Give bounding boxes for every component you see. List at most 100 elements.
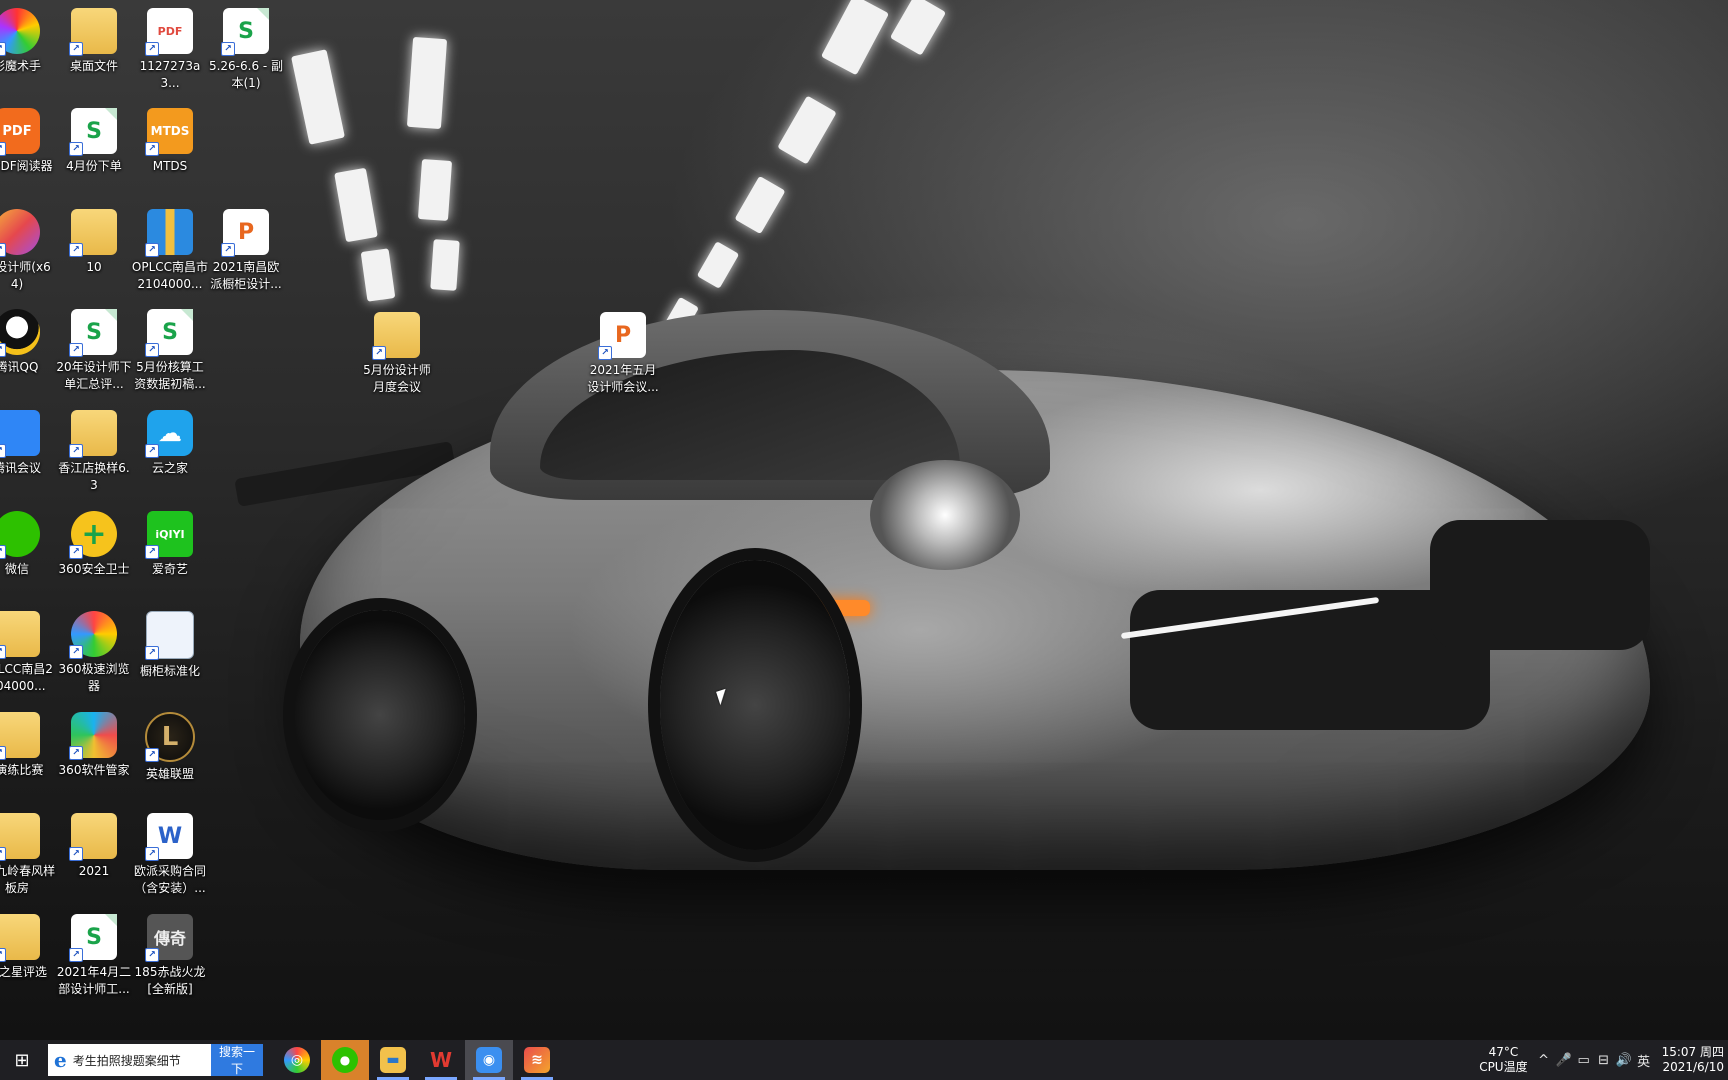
- desktop-icon[interactable]: ↗ 橱柜标准化: [131, 611, 209, 680]
- desktop-icon[interactable]: PDF ↗ 1127273a3...: [131, 8, 209, 92]
- desktop-icon-label: 安-九岭春风样板房: [0, 864, 56, 895]
- shortcut-arrow-icon: ↗: [145, 243, 159, 257]
- desktop-icon[interactable]: ↗ OPLCC南昌2104000...: [0, 611, 56, 695]
- wps-icon: W: [429, 1048, 453, 1072]
- shortcut-arrow-icon: ↗: [0, 948, 6, 962]
- shortcut-arrow-icon: ↗: [0, 343, 6, 357]
- desktop-icon[interactable]: S ↗ 2021年4月二部设计师工...: [55, 914, 133, 998]
- wallpaper-light: [334, 167, 378, 243]
- desktop-icon[interactable]: ↗ 2021: [55, 813, 133, 880]
- shortcut-arrow-icon: ↗: [69, 42, 83, 56]
- desktop-icon[interactable]: 傳奇 ↗ 185赤战火龙[全新版]: [131, 914, 209, 998]
- image-icon: ↗: [145, 611, 194, 660]
- desktop-icon[interactable]: L ↗ 英雄联盟: [131, 712, 209, 783]
- desktop-icon[interactable]: ↗ 派设计师(x64): [0, 209, 56, 293]
- clock[interactable]: 15:07 周四 2021/6/10: [1662, 1045, 1724, 1075]
- app-iqiyi-icon: iQIYI ↗: [145, 511, 193, 559]
- icon-glyph: iQIYI: [155, 527, 185, 541]
- task-view-button[interactable]: ⊞: [0, 1040, 44, 1080]
- taskbar-app-screen-tool[interactable]: ◉: [465, 1040, 513, 1080]
- desktop-icon[interactable]: ↗ 5月份设计师月度会议: [358, 312, 436, 396]
- icon-glyph: L: [161, 722, 179, 752]
- wallpaper-light: [406, 36, 448, 130]
- desktop-icon[interactable]: ↗ 360极速浏览器: [55, 611, 133, 695]
- desktop-icon[interactable]: ↗ 腾讯会议: [0, 410, 56, 477]
- desktop-icon[interactable]: S ↗ 4月份下单: [55, 108, 133, 175]
- desktop-icon[interactable]: ☁ ↗ 云之家: [131, 410, 209, 477]
- icon-glyph: S: [162, 319, 178, 345]
- desktop-icon-label: 5.26-6.6 - 副本(1): [208, 59, 284, 90]
- 360browser-icon: ◎: [284, 1047, 310, 1073]
- input-method-indicator[interactable]: 英: [1634, 1040, 1654, 1080]
- shortcut-arrow-icon: ↗: [145, 545, 159, 559]
- shortcut-arrow-icon: ↗: [598, 346, 612, 360]
- desktop-icon[interactable]: W ↗ 欧派采购合同（含安装）...: [131, 813, 209, 897]
- clock-time: 15:07 周四: [1661, 1045, 1724, 1059]
- icon-glyph: MTDS: [150, 124, 190, 138]
- wechat-icon: ●: [332, 1047, 358, 1073]
- desktop-icon[interactable]: MTDS ↗ MTDS: [131, 108, 209, 175]
- shortcut-arrow-icon: ↗: [145, 948, 159, 962]
- taskbar-app-design[interactable]: ≋: [513, 1040, 561, 1080]
- desktop-icon[interactable]: PDF ↗ 速PDF阅读器: [0, 108, 56, 175]
- desktop-icon-label: 20年设计师下单汇总评...: [56, 360, 132, 391]
- tray-chevron-up-icon[interactable]: ^: [1534, 1040, 1554, 1080]
- shortcut-arrow-icon: ↗: [69, 243, 83, 257]
- desktop-icon[interactable]: S ↗ 5.26-6.6 - 副本(1): [207, 8, 285, 92]
- desktop-icon[interactable]: ↗ 桌面文件: [55, 8, 133, 75]
- sheet-icon: S ↗: [69, 108, 117, 156]
- desktop-icon[interactable]: S ↗ 5月份核算工资数据初稿...: [131, 309, 209, 393]
- desktop-icon-label: 云之家: [151, 461, 188, 475]
- shortcut-arrow-icon: ↗: [145, 343, 159, 357]
- desktop-icon-label: 2021南昌欧派橱柜设计...: [210, 260, 282, 291]
- desktop-icon[interactable]: ↗ t演练比赛: [0, 712, 56, 779]
- desktop-icon[interactable]: ↗ 安-九岭春风样板房: [0, 813, 56, 897]
- shortcut-arrow-icon: ↗: [0, 645, 6, 659]
- desktop-icon[interactable]: ↗ 影魔术手: [0, 8, 56, 75]
- desktop-icon[interactable]: ↗ 计之星评选: [0, 914, 56, 981]
- shortcut-arrow-icon: ↗: [69, 847, 83, 861]
- battery-icon[interactable]: ▭: [1574, 1040, 1594, 1080]
- shortcut-arrow-icon: ↗: [69, 645, 83, 659]
- icon-glyph: ☁: [158, 419, 182, 447]
- desktop-icon[interactable]: P ↗ 2021南昌欧派橱柜设计...: [207, 209, 285, 293]
- system-tray: 47°C CPU温度 ^ 🎤 ▭ ⊟ 🔊 英 15:07 周四 2021/6/1…: [1479, 1040, 1728, 1080]
- shortcut-arrow-icon: ↗: [0, 243, 6, 257]
- desktop-icon[interactable]: S ↗ 20年设计师下单汇总评...: [55, 309, 133, 393]
- car-front-wheel: [660, 560, 850, 850]
- shortcut-arrow-icon: ↗: [0, 545, 6, 559]
- microphone-icon[interactable]: 🎤: [1554, 1040, 1574, 1080]
- desktop-icon[interactable]: ↗ OPLCC南昌市2104000...: [131, 209, 209, 293]
- shortcut-arrow-icon: ↗: [69, 343, 83, 357]
- taskbar-app-wps[interactable]: W: [417, 1040, 465, 1080]
- desktop-icon-label: 2021: [78, 864, 110, 878]
- desktop-icon[interactable]: P ↗ 2021年五月设计师会议...: [584, 312, 662, 396]
- desktop-icon[interactable]: iQIYI ↗ 爱奇艺: [131, 511, 209, 578]
- desktop-icon-label: 计之星评选: [0, 965, 47, 979]
- volume-icon[interactable]: 🔊: [1614, 1040, 1634, 1080]
- desktop-icon[interactable]: ↗ 香江店换样6.3: [55, 410, 133, 494]
- desktop-icon-label: OPLCC南昌2104000...: [0, 662, 53, 693]
- search-input[interactable]: e 考生拍照搜题案细节: [48, 1044, 211, 1076]
- wallpaper-light: [360, 248, 396, 302]
- desktop-icon[interactable]: ↗ 微信: [0, 511, 56, 578]
- desktop-icon[interactable]: ↗ 10: [55, 209, 133, 276]
- desktop-icon[interactable]: + ↗ 360安全卫士: [55, 511, 133, 578]
- taskbar-app-wechat[interactable]: ●: [321, 1040, 369, 1080]
- shortcut-arrow-icon: ↗: [0, 42, 6, 56]
- search-button[interactable]: 搜索一下: [211, 1044, 263, 1076]
- network-icon[interactable]: ⊟: [1594, 1040, 1614, 1080]
- taskbar-app-360browser[interactable]: ◎: [273, 1040, 321, 1080]
- icon-glyph: P: [237, 219, 255, 245]
- desktop-icon-label: 360极速浏览器: [58, 662, 130, 693]
- sheet-icon: S ↗: [145, 309, 193, 357]
- desktop-icon-label: 欧派采购合同（含安装）...: [133, 864, 206, 895]
- desktop-icon[interactable]: ↗ 360软件管家: [55, 712, 133, 779]
- cpu-temperature[interactable]: 47°C CPU温度: [1479, 1045, 1527, 1075]
- desktop-icon[interactable]: ↗ 腾讯QQ: [0, 309, 56, 376]
- taskbar-app-file-explorer[interactable]: ▬: [369, 1040, 417, 1080]
- word-icon: W ↗: [145, 813, 193, 861]
- app-qq-icon: ↗: [0, 309, 40, 357]
- shortcut-arrow-icon: ↗: [0, 142, 6, 156]
- shortcut-arrow-icon: ↗: [69, 545, 83, 559]
